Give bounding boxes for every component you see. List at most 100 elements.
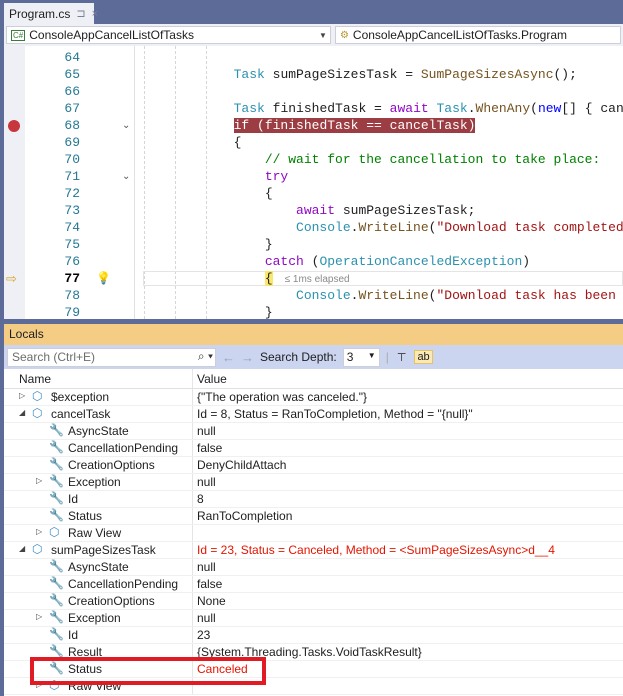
collapse-icon[interactable]: ◢ [19,544,25,553]
variable-value[interactable]: {"The operation was canceled."} [197,390,367,404]
locals-row[interactable]: ▷ ⬡ Raw View [4,525,623,542]
locals-row[interactable]: ▷ 🔧 Exception null [4,474,623,491]
variable-name: Id [68,492,79,506]
collapse-icon[interactable]: ◢ [19,408,25,417]
expand-icon[interactable]: ▷ [36,476,42,485]
code-text: { [140,134,242,151]
variable-value[interactable]: 23 [197,628,210,642]
variable-value[interactable]: null [197,611,216,625]
locals-row[interactable]: 🔧 AsyncState null [4,559,623,576]
code-token: catch [264,254,304,269]
code-line[interactable]: 72 { [4,185,623,202]
code-line[interactable]: 73 await sumPageSizesTask; [4,202,623,219]
wrench-icon: 🔧 [49,610,64,624]
code-line[interactable]: 65 Task sumPageSizesTask = SumPageSizesA… [4,66,623,83]
lightbulb-icon[interactable]: 💡 [96,271,111,285]
column-header-name[interactable]: Name [19,372,51,386]
expand-icon[interactable]: ▷ [19,391,25,400]
variable-name: Status [68,509,103,523]
variable-value[interactable]: null [197,475,216,489]
variable-value[interactable]: null [197,424,216,438]
variable-name: Raw View [68,526,122,540]
locals-row[interactable]: 🔧 Id 8 [4,491,623,508]
wrench-icon: 🔧 [49,457,64,471]
tab-program-cs[interactable]: Program.cs ⊐ × [4,3,98,24]
line-number: 73 [64,203,80,218]
code-line[interactable]: 68 ⌄ if (finishedTask == cancelTask) [4,117,623,134]
back-arrow-icon[interactable]: ← [222,350,235,365]
code-token: (); [553,67,577,82]
locals-row[interactable]: 🔧 CreationOptions DenyChildAttach [4,457,623,474]
variable-value[interactable]: RanToCompletion [197,509,292,523]
column-separator[interactable] [192,369,193,388]
code-token: } [264,237,273,252]
hex-display-toggle-icon[interactable]: ab [414,350,433,364]
variable-name: Id [68,628,79,642]
locals-row[interactable]: 🔧 Status RanToCompletion [4,508,623,525]
pin-icon[interactable]: ⊐ [76,7,85,20]
variable-name: CreationOptions [68,594,155,608]
code-editor[interactable]: 64 65 Task sumPageSizesTask = SumPageSize… [4,46,623,319]
locals-row[interactable]: 🔧 CancellationPending false [4,576,623,593]
variable-value[interactable]: 8 [197,492,204,506]
execution-pointer-icon[interactable]: ⇨ [6,272,17,285]
code-line[interactable]: 75 } [4,236,623,253]
object-icon: ⬡ [49,525,60,539]
locals-row[interactable]: 🔧 AsyncState null [4,423,623,440]
expand-icon[interactable]: ▷ [36,612,42,621]
forward-arrow-icon[interactable]: → [241,350,254,365]
code-token: } [264,305,273,319]
code-text: try [140,168,288,185]
locals-row[interactable]: 🔧 Id 23 [4,627,623,644]
wrench-icon: 🔧 [49,593,64,607]
locals-row[interactable]: 🔧 CreationOptions None [4,593,623,610]
close-icon[interactable]: × [92,8,98,20]
wrench-icon: 🔧 [49,644,64,658]
collapse-chevron-icon[interactable]: ⌄ [122,168,130,185]
code-line[interactable]: 69 { [4,134,623,151]
column-separator [192,593,193,609]
code-line[interactable]: 67 Task finishedTask = await Task.WhenAn… [4,100,623,117]
breakpoint-icon[interactable] [8,120,20,132]
locals-row[interactable]: ◢ ⬡ cancelTask Id = 8, Status = RanToComple… [4,406,623,423]
variable-value[interactable]: false [197,441,222,455]
code-token: Task [233,67,265,82]
code-line[interactable]: 78 Console.WriteLine("Download task has … [4,287,623,304]
code-token: sumPageSizesTask = [264,67,421,82]
search-icon[interactable]: ⌕ ▾ [198,349,213,364]
variable-value[interactable]: DenyChildAttach [197,458,286,472]
expand-icon[interactable]: ▷ [36,527,42,536]
search-depth-select[interactable]: 3 ▼ [342,347,380,367]
code-line[interactable]: 71 ⌄ try [4,168,623,185]
code-token: ( [303,254,320,269]
search-input[interactable]: Search (Ctrl+E) ⌕ ▾ [7,347,216,367]
variable-name: CreationOptions [68,458,155,472]
pin-to-source-icon[interactable]: ⊤ [395,351,409,364]
object-icon: ⬡ [32,406,43,420]
variable-value[interactable]: false [197,577,222,591]
code-line[interactable]: 64 [4,49,623,66]
code-token: { [264,186,273,201]
variable-value[interactable]: Id = 8, Status = RanToCompletion, Method… [197,407,473,421]
code-line[interactable]: 70 // wait for the cancellation to take … [4,151,623,168]
locals-row[interactable]: 🔧 CancellationPending false [4,440,623,457]
code-line[interactable]: 66 [4,83,623,100]
collapse-chevron-icon[interactable]: ⌄ [122,117,130,134]
variable-value[interactable]: None [197,594,226,608]
project-dropdown[interactable]: C# ConsoleAppCancelListOfTasks ▼ [6,26,331,44]
locals-row[interactable]: ▷ ⬡ $exception {"The operation was canceled… [4,389,623,406]
type-dropdown[interactable]: ⚙ ConsoleAppCancelListOfTasks.Program [334,26,621,44]
code-token: sumPageSizesTask; [335,203,476,218]
code-token: Task [436,101,468,116]
locals-row[interactable]: ▷ 🔧 Exception null [4,610,623,627]
variable-value[interactable]: null [197,560,216,574]
code-line[interactable]: 74 Console.WriteLine("Download task comp… [4,219,623,236]
locals-row[interactable]: ◢ ⬡ sumPageSizesTask Id = 23, Status = Canc… [4,542,623,559]
code-line[interactable]: 76 catch (OperationCanceledException) [4,253,623,270]
code-line[interactable]: 79 } [4,304,623,319]
variable-value[interactable]: Id = 23, Status = Canceled, Method = <Su… [197,543,555,557]
column-separator [192,610,193,626]
column-header-value[interactable]: Value [197,372,227,386]
code-line[interactable]: ⇨ 💡 77 {≤ 1ms elapsed [4,270,623,287]
